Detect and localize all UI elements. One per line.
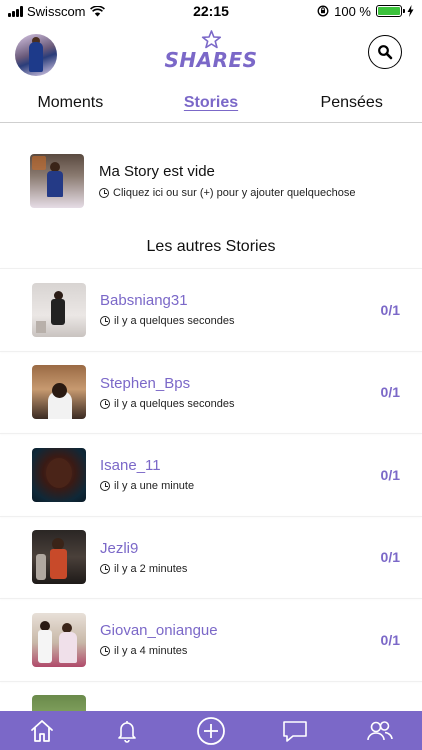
list-item[interactable]: Isane_11 il y a une minute 0/1 [0, 433, 422, 516]
wifi-icon [89, 5, 105, 16]
story-thumbnail [32, 282, 86, 337]
story-thumbnail [32, 530, 86, 585]
story-thumbnail [32, 365, 86, 420]
nav-messages[interactable] [270, 711, 320, 750]
story-username: Stephen_Bps [100, 374, 191, 392]
star-icon [201, 30, 221, 49]
story-time: il y a quelques secondes [114, 315, 235, 328]
story-thumbnail [32, 612, 86, 667]
story-time: il y a une minute [114, 480, 195, 493]
clock-icon [100, 316, 110, 327]
story-time: il y a 4 minutes [114, 645, 188, 658]
list-item[interactable]: Stephen_Bps il y a quelques secondes 0/1 [0, 350, 422, 434]
my-story-thumbnail [30, 154, 84, 208]
app-logo: SHARES [164, 30, 257, 72]
stories-list: Babsniang31 il y a quelques secondes 0/1… [0, 268, 422, 750]
story-count: 0/1 [380, 301, 400, 318]
nav-friends[interactable] [355, 711, 405, 750]
story-count: 0/1 [380, 549, 400, 566]
story-time-row: il y a une minute [100, 480, 381, 492]
story-info: Isane_11 il y a une minute [100, 457, 381, 492]
list-item[interactable]: Giovan_oniangue il y a 4 minutes 0/1 [0, 598, 422, 681]
tab-pensees[interactable]: Pensées [281, 88, 422, 122]
add-icon [197, 716, 225, 745]
list-item[interactable]: Jezli9 il y a 2 minutes 0/1 [0, 515, 422, 599]
story-time: il y a 2 minutes [114, 562, 188, 575]
list-item[interactable]: Babsniang31 il y a quelques secondes 0/1 [0, 268, 422, 351]
section-title: Les autres Stories [146, 238, 276, 255]
story-info: Giovan_oniangue il y a 4 minutes [100, 622, 381, 657]
story-username: Isane_11 [100, 457, 161, 475]
story-username: Babsniang31 [100, 292, 188, 310]
status-bar: Swisscom 22:15 100 % [0, 0, 422, 22]
status-left: Swisscom [8, 4, 105, 19]
clock-icon [100, 398, 110, 409]
clock-icon [100, 646, 110, 657]
story-time-row: il y a quelques secondes [100, 398, 381, 410]
story-info: Stephen_Bps il y a quelques secondes [100, 375, 381, 410]
my-story-info: Ma Story est vide Cliquez ici ou sur (+)… [99, 163, 355, 199]
story-time-row: il y a 4 minutes [100, 645, 381, 657]
logo-text: SHARES [164, 48, 258, 72]
my-story-title: Ma Story est vide [99, 163, 215, 180]
signal-icon [8, 5, 23, 17]
story-time-row: il y a quelques secondes [100, 315, 381, 327]
battery-percent: 100 % [334, 3, 371, 19]
rotation-lock-icon [317, 5, 329, 17]
story-username: Giovan_oniangue [100, 622, 218, 640]
home-icon [31, 719, 54, 742]
bottom-tab-bar [0, 711, 422, 750]
chat-icon [283, 720, 308, 742]
my-story-hint: Cliquez ici ou sur (+) pour y ajouter qu… [113, 187, 356, 199]
story-time: il y a quelques secondes [114, 397, 235, 410]
battery-icon [376, 5, 405, 17]
search-button[interactable] [368, 35, 402, 69]
clock-icon [99, 188, 109, 198]
bell-icon [117, 720, 136, 743]
app-header: SHARES [0, 22, 422, 88]
clock-icon [100, 563, 110, 574]
tab-bar: Moments Stories Pensées [0, 88, 422, 123]
nav-home[interactable] [17, 711, 67, 750]
status-right: 100 % [317, 4, 414, 19]
story-count: 0/1 [380, 384, 400, 401]
nav-add[interactable] [186, 711, 236, 750]
charging-icon [407, 5, 414, 17]
clock-time: 22:15 [193, 3, 229, 19]
search-icon [378, 45, 393, 60]
story-time-row: il y a 2 minutes [100, 563, 381, 575]
carrier-label: Swisscom [27, 3, 86, 19]
tab-moments[interactable]: Moments [0, 88, 141, 122]
story-count: 0/1 [380, 631, 400, 648]
story-info: Jezli9 il y a 2 minutes [100, 540, 381, 575]
story-info: Babsniang31 il y a quelques secondes [100, 292, 381, 327]
story-count: 0/1 [380, 466, 400, 483]
user-avatar[interactable] [15, 34, 57, 76]
clock-icon [100, 481, 110, 492]
tab-stories[interactable]: Stories [141, 88, 282, 122]
story-username: Jezli9 [100, 539, 139, 557]
my-story-card[interactable]: Ma Story est vide Cliquez ici ou sur (+)… [30, 153, 410, 209]
my-story-hint-row: Cliquez ici ou sur (+) pour y ajouter qu… [99, 187, 355, 199]
story-thumbnail [32, 447, 86, 502]
users-icon [366, 720, 393, 740]
nav-notifications[interactable] [102, 711, 152, 750]
